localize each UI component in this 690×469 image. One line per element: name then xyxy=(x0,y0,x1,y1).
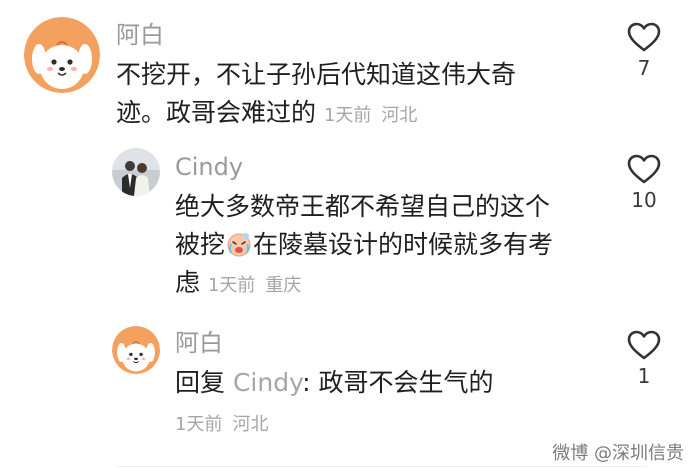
couple-photo-avatar-icon xyxy=(112,148,160,196)
comment-text-fragment: 政哥不会生气的 xyxy=(310,368,494,397)
cartoon-dog-avatar-icon xyxy=(24,17,100,93)
comment-location: 河北 xyxy=(232,414,269,435)
comment-text-line: 虑 1天前 重庆 xyxy=(175,264,553,305)
divider xyxy=(116,466,646,467)
weibo-watermark: 微博 @深圳信贵 xyxy=(552,443,684,464)
crying-face-emoji-icon xyxy=(227,233,251,257)
comment-text-fragment: 迹。政哥会难过的 xyxy=(116,98,317,127)
comment-text-line: 迹。政哥会难过的 1天前 河北 xyxy=(116,94,516,135)
comment-text-fragment: 在陵墓设计的时候就多有考 xyxy=(253,230,554,259)
like-button[interactable]: 7 xyxy=(624,22,664,80)
author-name[interactable]: 阿白 xyxy=(116,20,164,50)
comment-text-line: 被挖 在陵墓设计的时候就多有考 xyxy=(175,226,553,264)
like-button[interactable]: 10 xyxy=(624,154,664,212)
like-button[interactable]: 1 xyxy=(624,330,664,388)
heart-icon xyxy=(627,330,661,360)
avatar[interactable] xyxy=(112,148,160,196)
reply-target-link[interactable]: Cindy xyxy=(233,368,302,397)
comment-text: 绝大多数帝王都不希望自己的这个 被挖 在陵墓设计的时候就多有考 虑 1天前 重庆 xyxy=(175,188,553,305)
comment-text: 回复 Cindy: 政哥不会生气的 xyxy=(175,364,493,402)
comment-text: 不挖开，不让子孙后代知道这伟大奇 迹。政哥会难过的 1天前 河北 xyxy=(116,56,516,135)
comment-location: 重庆 xyxy=(265,275,302,296)
comment-text-line: 绝大多数帝王都不希望自己的这个 xyxy=(175,192,551,221)
comment-location: 河北 xyxy=(381,105,418,126)
comment-text-fragment: 被挖 xyxy=(175,230,226,259)
comment-time: 1天前 xyxy=(323,105,372,126)
like-count: 7 xyxy=(637,56,651,80)
comment-meta: 1天前 河北 xyxy=(324,105,427,126)
comment-meta: 1天前 河北 xyxy=(175,410,278,436)
like-count: 1 xyxy=(637,364,651,388)
comment-text-line: 不挖开，不让子孙后代知道这伟大奇 xyxy=(116,60,517,89)
avatar[interactable] xyxy=(112,326,160,374)
reply-label: 回复 xyxy=(175,368,226,397)
heart-icon xyxy=(627,22,661,52)
comment-time: 1天前 xyxy=(175,414,223,435)
author-name[interactable]: 阿白 xyxy=(175,328,223,358)
comment-text-fragment: 虑 xyxy=(175,268,201,297)
reply-separator: : xyxy=(302,368,311,397)
comment-time: 1天前 xyxy=(207,275,256,296)
heart-icon xyxy=(627,154,661,184)
author-name[interactable]: Cindy xyxy=(175,152,243,182)
comment-meta: 1天前 重庆 xyxy=(208,275,311,296)
cartoon-dog-avatar-icon xyxy=(112,326,160,374)
avatar[interactable] xyxy=(24,17,100,93)
comment-text-line: 回复 Cindy: 政哥不会生气的 xyxy=(175,364,493,402)
like-count: 10 xyxy=(631,188,657,212)
